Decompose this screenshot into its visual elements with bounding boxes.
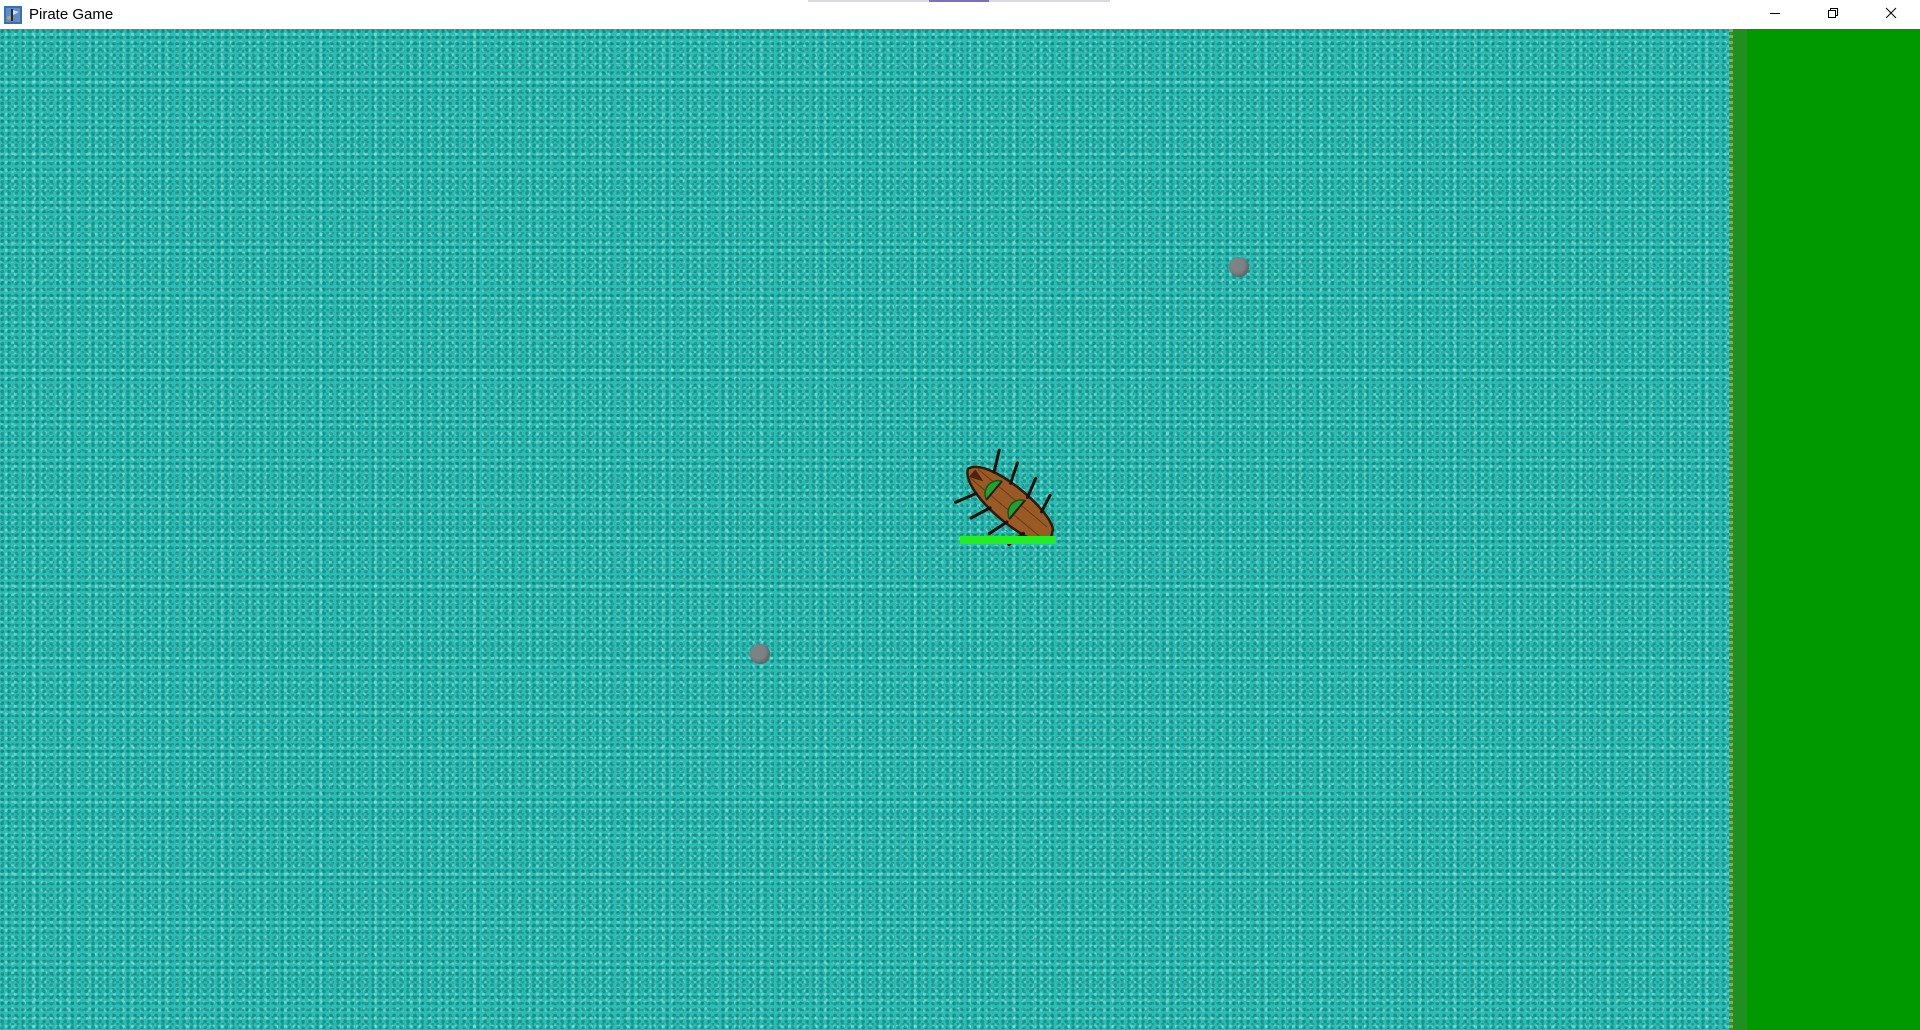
- window-title: Pirate Game: [29, 6, 114, 23]
- pirate-flag-icon: [3, 5, 23, 25]
- close-icon: [1885, 6, 1897, 23]
- window-title-bar[interactable]: Pirate Game: [0, 0, 1920, 29]
- close-button[interactable]: [1862, 0, 1920, 29]
- cannonball: [1229, 257, 1249, 277]
- health-bar-fill: [960, 536, 1056, 544]
- restore-button[interactable]: [1804, 0, 1862, 29]
- sea-area: [0, 29, 1729, 1030]
- game-viewport[interactable]: [0, 29, 1920, 1030]
- minimize-icon: [1769, 6, 1781, 23]
- cannonball: [750, 644, 770, 664]
- player-ship[interactable]: [948, 442, 1088, 572]
- minimize-button[interactable]: [1746, 0, 1804, 29]
- player-health-bar: [960, 536, 1056, 544]
- pirate-ship-icon: [954, 448, 1056, 547]
- restore-icon: [1827, 6, 1839, 23]
- window-controls: [1746, 0, 1920, 29]
- land-area: [1733, 29, 1920, 1030]
- title-focus-indicator: [808, 0, 1110, 2]
